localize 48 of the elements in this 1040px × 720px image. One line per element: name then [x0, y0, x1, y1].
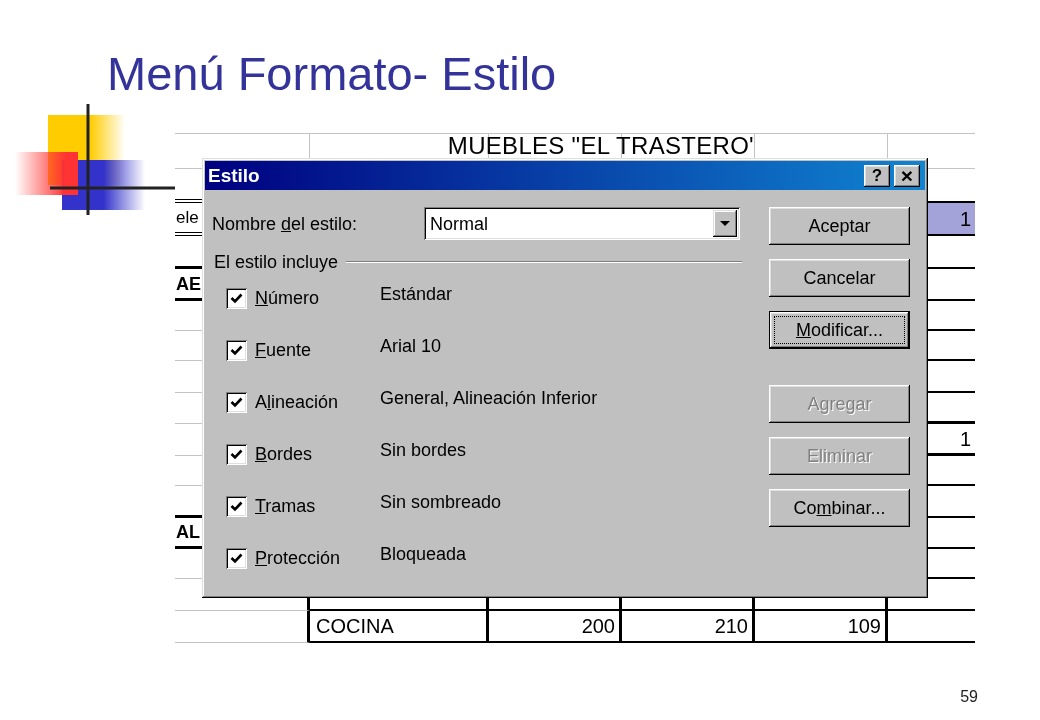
dialog-button[interactable]: Combinar...: [769, 489, 910, 527]
table-cell-text: 210: [714, 615, 749, 637]
checkbox-label[interactable]: Número: [255, 287, 380, 309]
table-cell-text: 1: [959, 427, 972, 450]
group-label: El estilo incluye: [214, 252, 339, 272]
table-cell: AE: [175, 272, 201, 295]
checkbox-label[interactable]: Bordes: [255, 443, 380, 465]
style-value: Bloqueada: [380, 543, 467, 565]
checkbox-label[interactable]: Fuente: [255, 339, 380, 361]
style-name-combobox[interactable]: Normal: [424, 207, 740, 240]
style-value: General, Alineación Inferior: [380, 387, 598, 409]
checkbox-label[interactable]: Protección: [255, 547, 380, 569]
field-label: Nombre del estilo:: [212, 212, 359, 235]
checkbox[interactable]: [226, 443, 247, 465]
checkbox-label[interactable]: Alineación: [255, 391, 380, 413]
table-cell: ele: [175, 206, 199, 229]
checkmark-icon: [230, 500, 243, 512]
checkmark-icon: [230, 552, 243, 564]
dialog-button[interactable]: Aceptar: [769, 207, 910, 245]
checkbox[interactable]: [226, 287, 247, 309]
checkbox-label[interactable]: Tramas: [255, 495, 380, 517]
style-value: Sin sombreado: [380, 491, 502, 513]
page-number: 59: [960, 688, 978, 706]
style-value: Arial 10: [380, 335, 442, 357]
help-button[interactable]: ?: [864, 164, 890, 187]
checkmark-icon: [230, 292, 243, 304]
slide-title: Menú Formato- Estilo: [107, 49, 557, 99]
checkbox[interactable]: [226, 339, 247, 361]
checkmark-icon: [230, 448, 243, 460]
table-cell: 1: [928, 203, 975, 234]
style-value: Estándar: [380, 283, 453, 305]
style-value: Sin bordes: [380, 439, 467, 461]
caret-icon: [720, 221, 730, 226]
close-button[interactable]: ×: [894, 164, 920, 187]
table-cell: AL: [175, 521, 200, 543]
dropdown-button[interactable]: [713, 210, 737, 237]
dialog-button[interactable]: Cancelar: [769, 259, 910, 297]
checkmark-icon: [230, 396, 243, 408]
checkbox[interactable]: [226, 547, 247, 569]
checkbox[interactable]: [226, 495, 247, 517]
table-cell-text: 200: [581, 615, 616, 637]
table-cell-text: COCINA: [315, 615, 394, 637]
dialog-button[interactable]: Modificar...: [769, 311, 910, 349]
sheet-title: MUEBLES "EL TRASTERO': [446, 134, 754, 157]
checkmark-icon: [230, 344, 243, 356]
table-cell-text: 109: [847, 615, 882, 637]
checkbox[interactable]: [226, 391, 247, 413]
window-title: Estilo: [208, 164, 260, 187]
